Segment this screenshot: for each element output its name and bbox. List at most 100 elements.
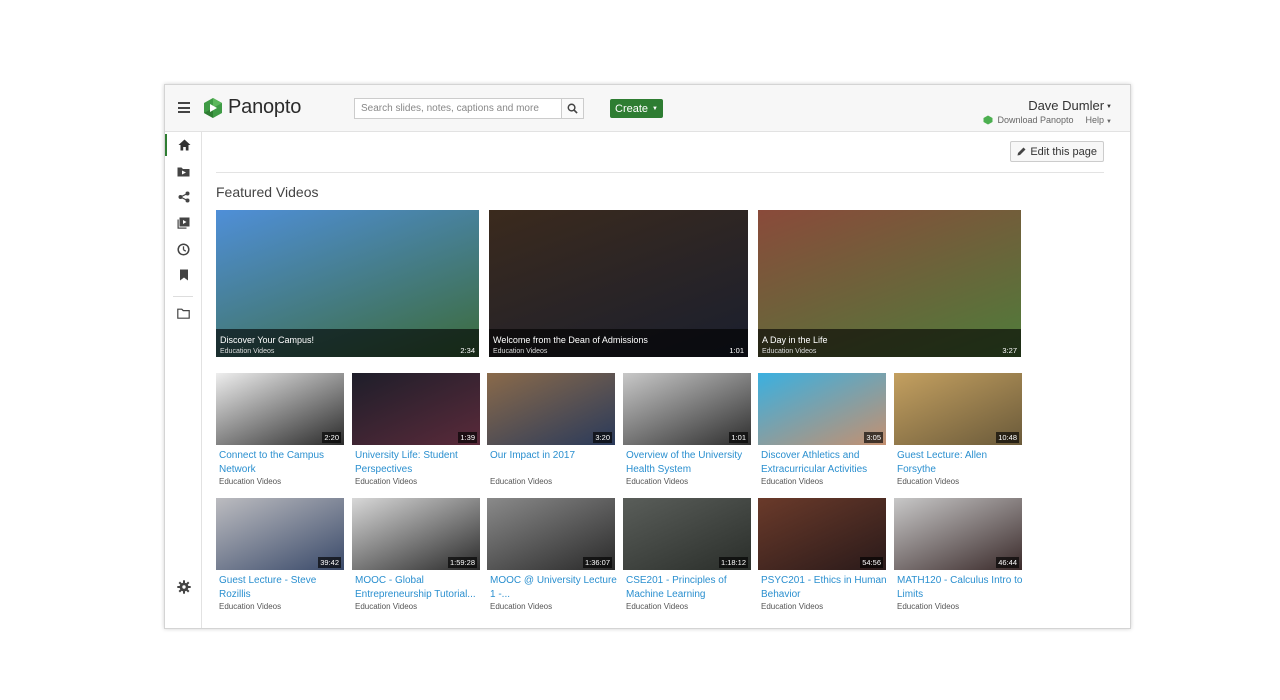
video-duration: 1:36:07 bbox=[582, 557, 612, 568]
video-thumbnail[interactable]: 1:36:07 bbox=[487, 498, 615, 570]
video-folder: Education Videos bbox=[761, 602, 824, 611]
video-title-link[interactable]: University Life: Student Perspectives bbox=[355, 449, 483, 476]
video-title-link[interactable]: PSYC201 - Ethics in Human Behavior bbox=[761, 574, 889, 601]
featured-video-title[interactable]: A Day in the Life bbox=[762, 335, 828, 345]
settings-button[interactable] bbox=[165, 580, 202, 594]
video-duration: 1:59:28 bbox=[447, 557, 477, 568]
video-folder: Education Videos bbox=[219, 602, 282, 611]
featured-video-title[interactable]: Welcome from the Dean of Admissions bbox=[493, 335, 648, 345]
top-bar: Panopto Create▼ Dave Dumler▼ Download Pa… bbox=[165, 85, 1130, 132]
video-duration: 46:44 bbox=[996, 557, 1019, 568]
edit-page-button[interactable]: Edit this page bbox=[1010, 141, 1104, 162]
featured-video-title[interactable]: Discover Your Campus! bbox=[220, 335, 314, 345]
search-box bbox=[354, 98, 584, 119]
sidebar-divider bbox=[173, 296, 193, 297]
sidebar-item-bookmarks[interactable] bbox=[165, 264, 202, 286]
video-title-link[interactable]: MATH120 - Calculus Intro to Limits bbox=[897, 574, 1025, 601]
video-duration: 10:48 bbox=[996, 432, 1019, 443]
featured-video-card[interactable]: Welcome from the Dean of Admissions Educa… bbox=[489, 210, 748, 357]
help-menu[interactable]: Help ▼ bbox=[1086, 115, 1112, 125]
video-title-link[interactable]: Overview of the University Health System bbox=[626, 449, 754, 476]
sidebar-item-my-folder[interactable] bbox=[165, 160, 202, 182]
video-thumbnail[interactable]: 10:48 bbox=[894, 373, 1022, 445]
video-title-link[interactable]: CSE201 - Principles of Machine Learning bbox=[626, 574, 754, 601]
folder-video-icon bbox=[177, 167, 190, 176]
video-duration: 1:18:12 bbox=[718, 557, 748, 568]
video-duration: 1:01 bbox=[729, 346, 744, 355]
user-menu[interactable]: Dave Dumler ▼ bbox=[1028, 98, 1112, 113]
video-duration: 1:39 bbox=[458, 432, 477, 443]
sidebar-item-everything[interactable] bbox=[165, 212, 202, 234]
video-thumbnail[interactable]: 1:39 bbox=[352, 373, 480, 445]
logo[interactable]: Panopto bbox=[202, 96, 301, 119]
video-title-link[interactable]: Guest Lecture - Steve Rozillis bbox=[219, 574, 347, 601]
video-thumbnail[interactable]: 3:20 bbox=[487, 373, 615, 445]
featured-video-folder: Education Videos bbox=[220, 348, 275, 355]
sidebar-item-shared[interactable] bbox=[165, 186, 202, 208]
bookmark-icon bbox=[179, 269, 188, 281]
help-label: Help bbox=[1085, 115, 1105, 125]
video-duration: 39:42 bbox=[318, 557, 341, 568]
sidebar-item-browse[interactable] bbox=[165, 302, 202, 324]
video-folder: Education Videos bbox=[219, 477, 282, 486]
video-thumbnail[interactable]: 54:56 bbox=[758, 498, 886, 570]
video-folder: Education Videos bbox=[897, 477, 960, 486]
video-duration: 2:34 bbox=[460, 346, 475, 355]
featured-video-folder: Education Videos bbox=[493, 348, 548, 355]
video-thumbnail[interactable]: 1:18:12 bbox=[623, 498, 751, 570]
video-thumbnail[interactable]: 39:42 bbox=[216, 498, 344, 570]
download-panopto-icon bbox=[983, 115, 993, 125]
video-duration: 1:01 bbox=[729, 432, 748, 443]
caret-down-icon: ▼ bbox=[1106, 103, 1112, 110]
create-button[interactable]: Create ▼ bbox=[610, 99, 663, 118]
video-duration: 2:20 bbox=[322, 432, 341, 443]
search-input[interactable] bbox=[355, 99, 561, 118]
video-folder: Education Videos bbox=[626, 477, 689, 486]
video-duration: 3:20 bbox=[593, 432, 612, 443]
video-title-link[interactable]: Our Impact in 2017 bbox=[490, 449, 618, 463]
create-label: Create bbox=[615, 102, 649, 115]
folder-icon bbox=[177, 308, 190, 319]
sidebar bbox=[165, 132, 202, 628]
video-folder: Education Videos bbox=[897, 602, 960, 611]
video-title-link[interactable]: Guest Lecture: Allen Forsythe bbox=[897, 449, 1025, 476]
video-duration: 3:05 bbox=[864, 432, 883, 443]
video-thumbnail[interactable]: 2:20 bbox=[216, 373, 344, 445]
video-folder: Education Videos bbox=[626, 602, 689, 611]
video-duration: 3:27 bbox=[1002, 346, 1017, 355]
video-thumbnail[interactable]: 1:59:28 bbox=[352, 498, 480, 570]
featured-video-card[interactable]: A Day in the Life Education Videos 3:27 bbox=[758, 210, 1021, 357]
download-link[interactable]: Download Panopto bbox=[983, 115, 1074, 125]
menu-icon[interactable] bbox=[178, 102, 190, 113]
featured-video-card[interactable]: Discover Your Campus! Education Videos 2:3… bbox=[216, 210, 479, 357]
download-label: Download Panopto bbox=[997, 115, 1074, 125]
video-folder: Education Videos bbox=[355, 602, 418, 611]
edit-page-label: Edit this page bbox=[1030, 145, 1097, 158]
video-folder: Education Videos bbox=[355, 477, 418, 486]
header-links: Download Panopto Help ▼ bbox=[983, 115, 1112, 125]
share-icon bbox=[178, 191, 189, 203]
app-name: Panopto bbox=[228, 96, 302, 118]
divider bbox=[216, 172, 1104, 173]
video-folder: Education Videos bbox=[490, 477, 553, 486]
featured-video-folder: Education Videos bbox=[762, 348, 817, 355]
panopto-window: Panopto Create▼ Dave Dumler▼ Download Pa… bbox=[164, 84, 1131, 629]
video-title-link[interactable]: Connect to the Campus Network bbox=[219, 449, 347, 476]
search-button[interactable] bbox=[561, 99, 583, 118]
pencil-icon bbox=[1017, 147, 1026, 156]
caret-down-icon: ▼ bbox=[1106, 119, 1112, 125]
video-title-link[interactable]: MOOC - Global Entrepreneurship Tutorial.… bbox=[355, 574, 483, 601]
playlist-icon bbox=[177, 217, 190, 229]
video-thumbnail[interactable]: 3:05 bbox=[758, 373, 886, 445]
video-title-link[interactable]: MOOC @ University Lecture 1 -... bbox=[490, 574, 618, 601]
user-name: Dave Dumler bbox=[1028, 98, 1105, 113]
video-folder: Education Videos bbox=[490, 602, 553, 611]
sidebar-item-history[interactable] bbox=[165, 238, 202, 260]
search-icon bbox=[567, 103, 578, 114]
main-content: Edit this page Featured Videos Discover … bbox=[203, 132, 1130, 628]
sidebar-item-home[interactable] bbox=[165, 134, 202, 156]
video-title-link[interactable]: Discover Athletics and Extracurricular A… bbox=[761, 449, 889, 476]
video-folder: Education Videos bbox=[761, 477, 824, 486]
video-thumbnail[interactable]: 46:44 bbox=[894, 498, 1022, 570]
video-thumbnail[interactable]: 1:01 bbox=[623, 373, 751, 445]
